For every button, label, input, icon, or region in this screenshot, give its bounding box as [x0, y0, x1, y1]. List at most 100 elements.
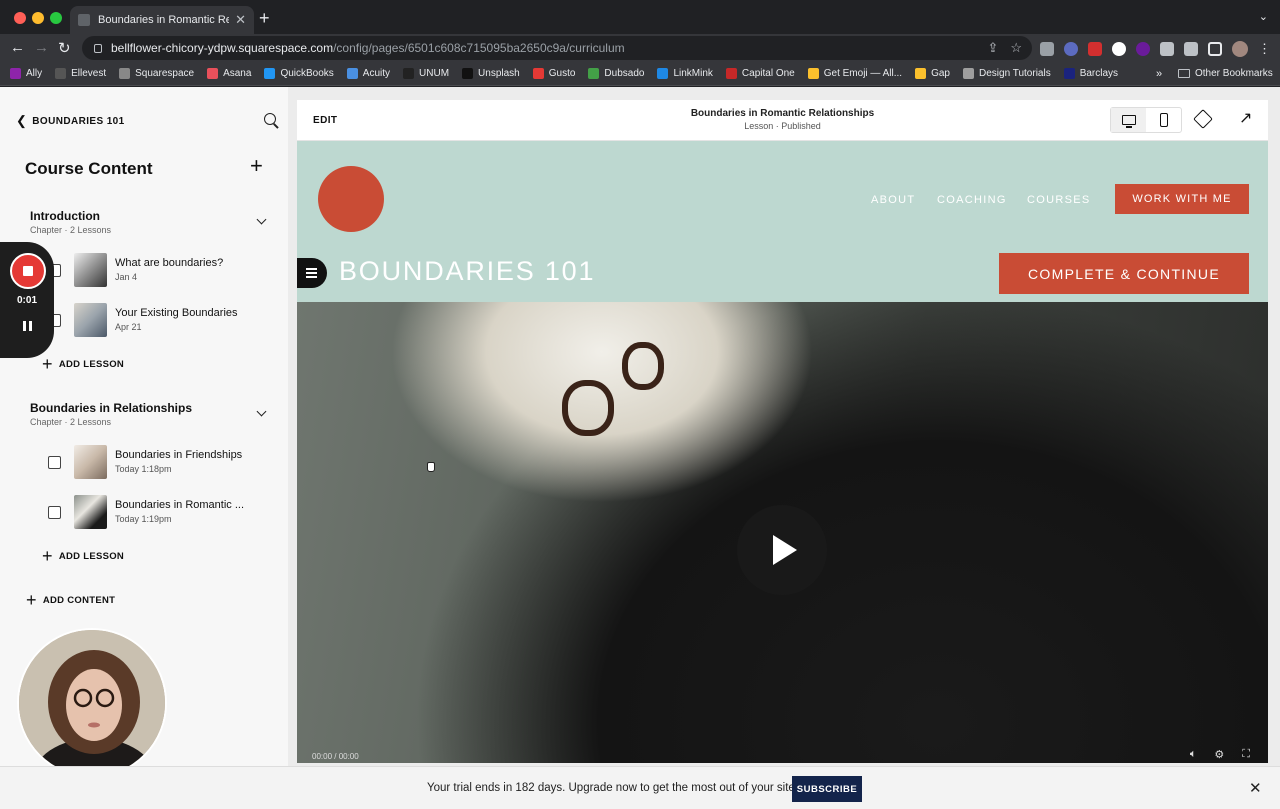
browser-menu-icon[interactable]: ⋮	[1258, 41, 1271, 57]
subscribe-button[interactable]: SUBSCRIBE	[792, 776, 862, 802]
lesson-list-toggle-button[interactable]	[297, 258, 327, 288]
search-icon[interactable]	[264, 113, 276, 125]
s-extension-icon[interactable]	[1112, 42, 1126, 56]
video-frame-detail	[622, 342, 664, 390]
bookmark-item[interactable]: Squarespace	[119, 68, 194, 79]
tab-search-chevron-icon[interactable]: ⌄	[1259, 10, 1268, 23]
site-logo[interactable]	[318, 166, 384, 232]
nav-link-coaching[interactable]: COACHING	[937, 194, 1007, 206]
bookmark-favicon-icon	[725, 68, 737, 79]
complete-and-continue-button[interactable]: COMPLETE & CONTINUE	[999, 253, 1249, 294]
add-lesson-button[interactable]: + ADD LESSON	[42, 355, 124, 373]
chevron-left-icon: ❮	[16, 113, 28, 128]
expand-arrow-icon[interactable]: ↗	[1239, 108, 1252, 128]
bookmark-item[interactable]: Acuity	[346, 68, 390, 79]
forward-arrow-icon[interactable]: →	[34, 39, 49, 56]
add-icon[interactable]: +	[250, 155, 263, 177]
profile-avatar[interactable]	[1232, 41, 1248, 57]
chapter-title[interactable]: Boundaries in Relationships	[30, 401, 192, 415]
bookmark-item[interactable]: Capital One	[725, 68, 795, 79]
back-arrow-icon[interactable]: ←	[10, 39, 25, 56]
folder-icon	[1178, 69, 1190, 78]
chapter-title[interactable]: Introduction	[30, 209, 100, 223]
presenter-face-image	[19, 630, 165, 776]
bookmark-item[interactable]: Dubsado	[588, 68, 644, 79]
address-bar[interactable]: bellflower-chicory-ydpw.squarespace.com/…	[82, 36, 1032, 60]
bookmark-favicon-icon	[588, 68, 600, 79]
bookmark-item[interactable]: UNUM	[403, 68, 449, 79]
squarespace-favicon-icon	[78, 14, 90, 26]
back-to-course-link[interactable]: ❮ BOUNDARIES 101	[16, 113, 125, 129]
work-with-me-button[interactable]: WORK WITH ME	[1115, 184, 1249, 214]
close-icon[interactable]: ✕	[1249, 779, 1262, 797]
nav-link-about[interactable]: ABOUT	[871, 194, 915, 206]
play-button[interactable]	[737, 505, 827, 595]
zoom-window-button[interactable]	[50, 12, 62, 24]
bookmark-star-icon[interactable]: ☆	[1010, 40, 1022, 56]
mouse-cursor	[427, 462, 435, 472]
chevron-down-icon[interactable]	[256, 214, 267, 225]
lesson-date: Today 1:19pm	[115, 514, 172, 524]
lesson-checkbox[interactable]	[48, 506, 61, 519]
bookmark-item[interactable]: Gap	[915, 68, 950, 79]
lesson-thumbnail	[74, 445, 107, 479]
bookmark-favicon-icon	[462, 68, 474, 79]
bookmark-item[interactable]: Design Tutorials	[963, 68, 1051, 79]
lesson-item[interactable]: Your Existing Boundaries Apr 21	[48, 303, 278, 343]
bookmark-item[interactable]: Ally	[10, 68, 42, 79]
add-lesson-button[interactable]: + ADD LESSON	[42, 547, 124, 565]
screen-recorder-widget: 0:01	[0, 242, 54, 358]
lesson-item[interactable]: Boundaries in Friendships Today 1:18pm	[48, 445, 278, 485]
browser-tab[interactable]: Boundaries in Romantic Relatio ✕	[70, 6, 254, 34]
bookmark-item[interactable]: Ellevest	[55, 68, 106, 79]
bookmark-item[interactable]: Unsplash	[462, 68, 520, 79]
lesson-checkbox[interactable]	[48, 456, 61, 469]
bookmark-favicon-icon	[119, 68, 131, 79]
add-content-button[interactable]: + ADD CONTENT	[26, 591, 115, 609]
bookmark-favicon-icon	[963, 68, 974, 79]
webcam-bubble[interactable]	[17, 628, 167, 778]
reload-icon[interactable]: ↻	[58, 39, 71, 57]
hash-extension-icon[interactable]	[1160, 42, 1174, 56]
chapter-meta: Chapter · 2 Lessons	[30, 417, 112, 427]
lesson-title: Boundaries in Romantic ...	[115, 499, 245, 511]
close-window-button[interactable]	[14, 12, 26, 24]
plus-icon: +	[26, 590, 37, 610]
bookmarks-bar: Ally Ellevest Squarespace Asana QuickBooks Ac…	[0, 62, 1280, 86]
bookmark-favicon-icon	[55, 68, 67, 79]
bookmark-item[interactable]: LinkMink	[657, 68, 713, 79]
settings-gear-icon[interactable]: ⚙	[1214, 748, 1224, 761]
share-icon[interactable]: ⇪	[987, 40, 998, 56]
fullscreen-icon[interactable]: ⛶	[1242, 748, 1250, 761]
course-content-title: Course Content	[25, 159, 153, 178]
bookmark-item[interactable]: Get Emoji — All...	[807, 68, 902, 79]
camera-extension-icon[interactable]	[1040, 42, 1054, 56]
side-panel-icon[interactable]	[1208, 42, 1222, 56]
other-bookmarks-folder[interactable]: Other Bookmarks	[1178, 68, 1273, 79]
stop-recording-button[interactable]	[10, 253, 46, 289]
lesson-item[interactable]: Boundaries in Romantic ... Today 1:19pm	[48, 495, 278, 535]
lesson-item[interactable]: What are boundaries? Jan 4	[48, 253, 278, 293]
nav-link-courses[interactable]: COURSES	[1027, 194, 1091, 206]
chevron-down-icon[interactable]	[256, 406, 267, 417]
video-timestamp: 00:00 / 00:00	[312, 752, 359, 761]
mobile-view-button[interactable]	[1146, 108, 1181, 132]
more-bookmarks-button[interactable]: »	[1156, 68, 1162, 80]
new-tab-button[interactable]: +	[259, 8, 270, 29]
tab-close-icon[interactable]: ✕	[235, 12, 246, 28]
volume-icon[interactable]: 🔈︎	[1190, 748, 1197, 761]
lesson-title: What are boundaries?	[115, 257, 224, 269]
minimize-window-button[interactable]	[32, 12, 44, 24]
gear-extension-icon[interactable]	[1064, 42, 1078, 56]
bookmark-item[interactable]: Asana	[207, 68, 251, 79]
lesson-video-player[interactable]: 00:00 / 00:00 🔈︎ ⚙ ⛶	[297, 302, 1268, 763]
desktop-view-button[interactable]	[1111, 108, 1146, 132]
puzzle-extensions-icon[interactable]	[1184, 42, 1198, 56]
bookmark-item[interactable]: Barclays	[1063, 68, 1118, 79]
pause-icon[interactable]	[23, 321, 32, 331]
k-extension-icon[interactable]	[1136, 42, 1150, 56]
bookmark-item[interactable]: Gusto	[532, 68, 575, 79]
bookmark-item[interactable]: QuickBooks	[264, 68, 334, 79]
extensions-area: ⋮	[1040, 41, 1271, 57]
calendar-extension-icon[interactable]	[1088, 42, 1102, 56]
